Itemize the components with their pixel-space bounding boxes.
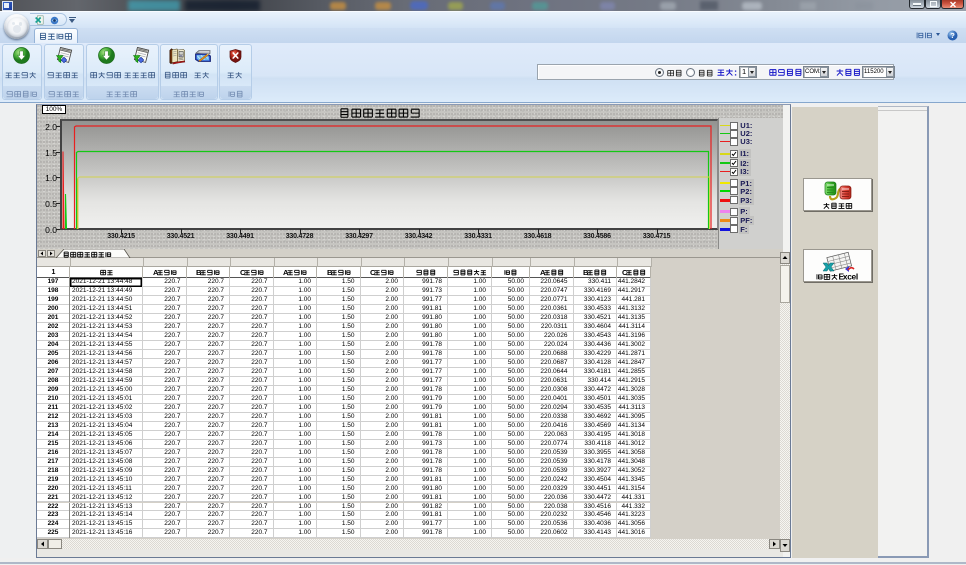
svg-text:B: B bbox=[327, 268, 333, 277]
svg-text:l: l bbox=[856, 271, 858, 281]
svg-text::: : bbox=[734, 67, 737, 78]
svg-text:C: C bbox=[370, 268, 376, 277]
svg-text:A: A bbox=[283, 268, 289, 277]
svg-text:A: A bbox=[540, 268, 546, 277]
svg-text:B: B bbox=[196, 268, 202, 277]
svg-text:?: ? bbox=[950, 31, 955, 40]
svg-text:C: C bbox=[240, 268, 246, 277]
svg-text:B: B bbox=[583, 268, 589, 277]
svg-text:C: C bbox=[622, 268, 628, 277]
svg-text:A: A bbox=[153, 268, 159, 277]
